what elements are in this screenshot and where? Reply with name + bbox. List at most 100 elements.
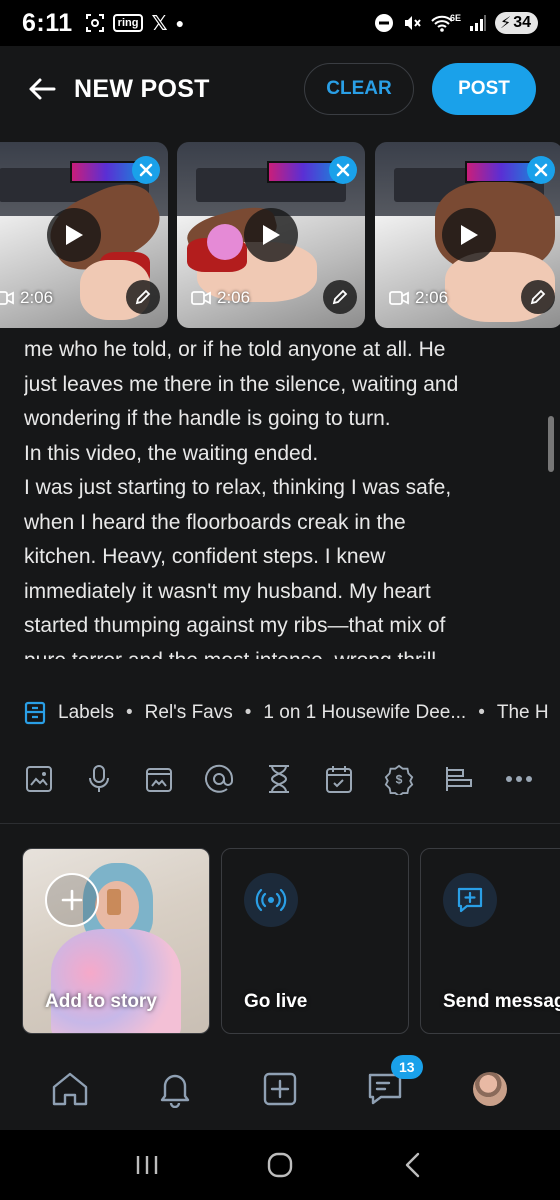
nav-home[interactable] (48, 1067, 92, 1111)
recent-apps-button[interactable] (127, 1145, 167, 1185)
pencil-icon (135, 289, 151, 305)
back-button[interactable] (24, 71, 60, 107)
labels-title[interactable]: Labels (58, 702, 114, 724)
duration-text: 2:06 (415, 288, 449, 307)
separator-dot: • (244, 702, 252, 723)
nav-create-post[interactable] (258, 1067, 302, 1111)
recent-apps-icon (136, 1156, 157, 1174)
mute-icon (402, 13, 422, 33)
poll-icon[interactable] (444, 764, 474, 794)
post-text-line: when I heard the floorboards creak in th… (24, 510, 406, 534)
bell-icon (160, 1074, 190, 1108)
close-icon (139, 163, 153, 177)
video-camera-icon (389, 291, 409, 305)
home-circle-icon (267, 1152, 293, 1178)
separator-dot: • (478, 702, 485, 723)
remove-media-button[interactable] (329, 156, 357, 184)
send-message-card[interactable]: Send message (420, 848, 560, 1034)
play-icon (263, 225, 280, 245)
post-text-line: In this video, the waiting ended. (24, 441, 319, 465)
labels-icon (24, 701, 46, 725)
pencil-icon (332, 289, 348, 305)
post-text-line: me who he told, or if he told anyone at … (24, 338, 446, 361)
network-type-label: 6E (449, 13, 461, 23)
post-button[interactable]: POST (432, 63, 536, 115)
labels-row[interactable]: Labels • Rel's Favs • 1 on 1 Housewife D… (0, 692, 560, 734)
add-to-story-card[interactable]: Add to story (22, 848, 210, 1034)
post-text-line: just leaves me there in the silence, wai… (24, 372, 459, 396)
status-bar: 6:11 ring 𝕏 ● 6E ⚡ 34 (0, 0, 560, 46)
edit-media-button[interactable] (323, 280, 357, 314)
back-chevron-icon (406, 1152, 420, 1178)
label-chip[interactable]: 1 on 1 Housewife Dee... (263, 702, 466, 724)
video-camera-icon (0, 291, 14, 305)
media-attachment[interactable]: 2:06 (375, 142, 560, 328)
system-navigation-bar (0, 1130, 560, 1200)
remove-media-button[interactable] (132, 156, 160, 184)
post-text-line: wondering if the handle is going to turn… (24, 407, 391, 430)
media-attachment[interactable]: 2:06 (0, 142, 168, 328)
header-actions: CLEAR POST (304, 63, 536, 115)
charging-icon: ⚡ (499, 15, 512, 32)
home-icon (53, 1072, 88, 1106)
label-chip[interactable]: Rel's Favs (145, 702, 233, 724)
x-app-icon: 𝕏 (151, 12, 168, 35)
play-button[interactable] (244, 208, 298, 262)
schedule-icon[interactable] (324, 764, 354, 794)
nav-notifications[interactable] (153, 1067, 197, 1111)
composer-toolbar: $ (0, 734, 560, 824)
text-scrollbar[interactable] (548, 416, 554, 472)
add-post-icon (263, 1072, 297, 1106)
close-icon (534, 163, 548, 177)
pencil-icon (530, 289, 546, 305)
wifi-icon: 6E (430, 13, 461, 33)
home-system-button[interactable] (260, 1145, 300, 1185)
clear-button[interactable]: CLEAR (304, 63, 414, 115)
back-system-button[interactable] (393, 1145, 433, 1185)
header: NEW POST CLEAR POST (0, 46, 560, 132)
post-text-line: immediately it wasn't my husband. My hea… (24, 579, 431, 603)
play-button[interactable] (442, 208, 496, 262)
video-duration: 2:06 (389, 288, 448, 308)
plus-icon (45, 873, 99, 927)
play-icon (66, 225, 83, 245)
post-text-editor[interactable]: me who he told, or if he told anyone at … (24, 333, 524, 659)
media-attachment[interactable]: 2:06 (177, 142, 365, 328)
duration-text: 2:06 (217, 288, 251, 307)
post-text-line: I was just starting to relax, thinking I… (24, 476, 452, 499)
new-post-screen: NEW POST CLEAR POST 2:06 2:06 2:06 me wh… (0, 46, 560, 1130)
live-broadcast-icon (244, 873, 298, 927)
play-button[interactable] (47, 208, 101, 262)
play-icon (461, 225, 478, 245)
notification-dot-icon: ● (175, 15, 185, 31)
image-icon[interactable] (24, 764, 54, 794)
post-text-line: kitchen. Heavy, confident steps. I knew (24, 545, 386, 568)
bottom-navigation: 13 (0, 1049, 560, 1129)
status-time: 6:11 (22, 8, 73, 37)
remove-media-button[interactable] (527, 156, 555, 184)
nav-messages[interactable]: 13 (363, 1055, 423, 1111)
media-attachments[interactable]: 2:06 2:06 2:06 (0, 142, 560, 330)
mention-icon[interactable] (204, 764, 234, 794)
duration-text: 2:06 (20, 288, 54, 307)
page-title: NEW POST (74, 74, 210, 103)
label-chip[interactable]: The H (497, 702, 549, 724)
send-message-label: Send message (443, 991, 560, 1012)
edit-media-button[interactable] (126, 280, 160, 314)
video-duration: 2:06 (0, 288, 53, 308)
nav-profile[interactable] (468, 1067, 512, 1111)
microphone-icon[interactable] (84, 764, 114, 794)
screenshot-icon (85, 13, 105, 33)
ring-app-icon: ring (112, 14, 144, 32)
gif-icon[interactable] (144, 764, 174, 794)
go-live-card[interactable]: Go live (221, 848, 409, 1034)
status-system-icons: 6E ⚡ 34 (374, 12, 538, 34)
price-icon[interactable]: $ (384, 764, 414, 795)
timer-icon[interactable] (264, 764, 294, 794)
do-not-disturb-icon (374, 13, 394, 33)
post-text-line: started thumping against my ribs—that mi… (24, 614, 446, 637)
messages-count-badge: 13 (390, 1055, 423, 1079)
battery-indicator: ⚡ 34 (494, 12, 538, 34)
edit-media-button[interactable] (521, 280, 555, 314)
more-icon[interactable] (504, 764, 534, 794)
